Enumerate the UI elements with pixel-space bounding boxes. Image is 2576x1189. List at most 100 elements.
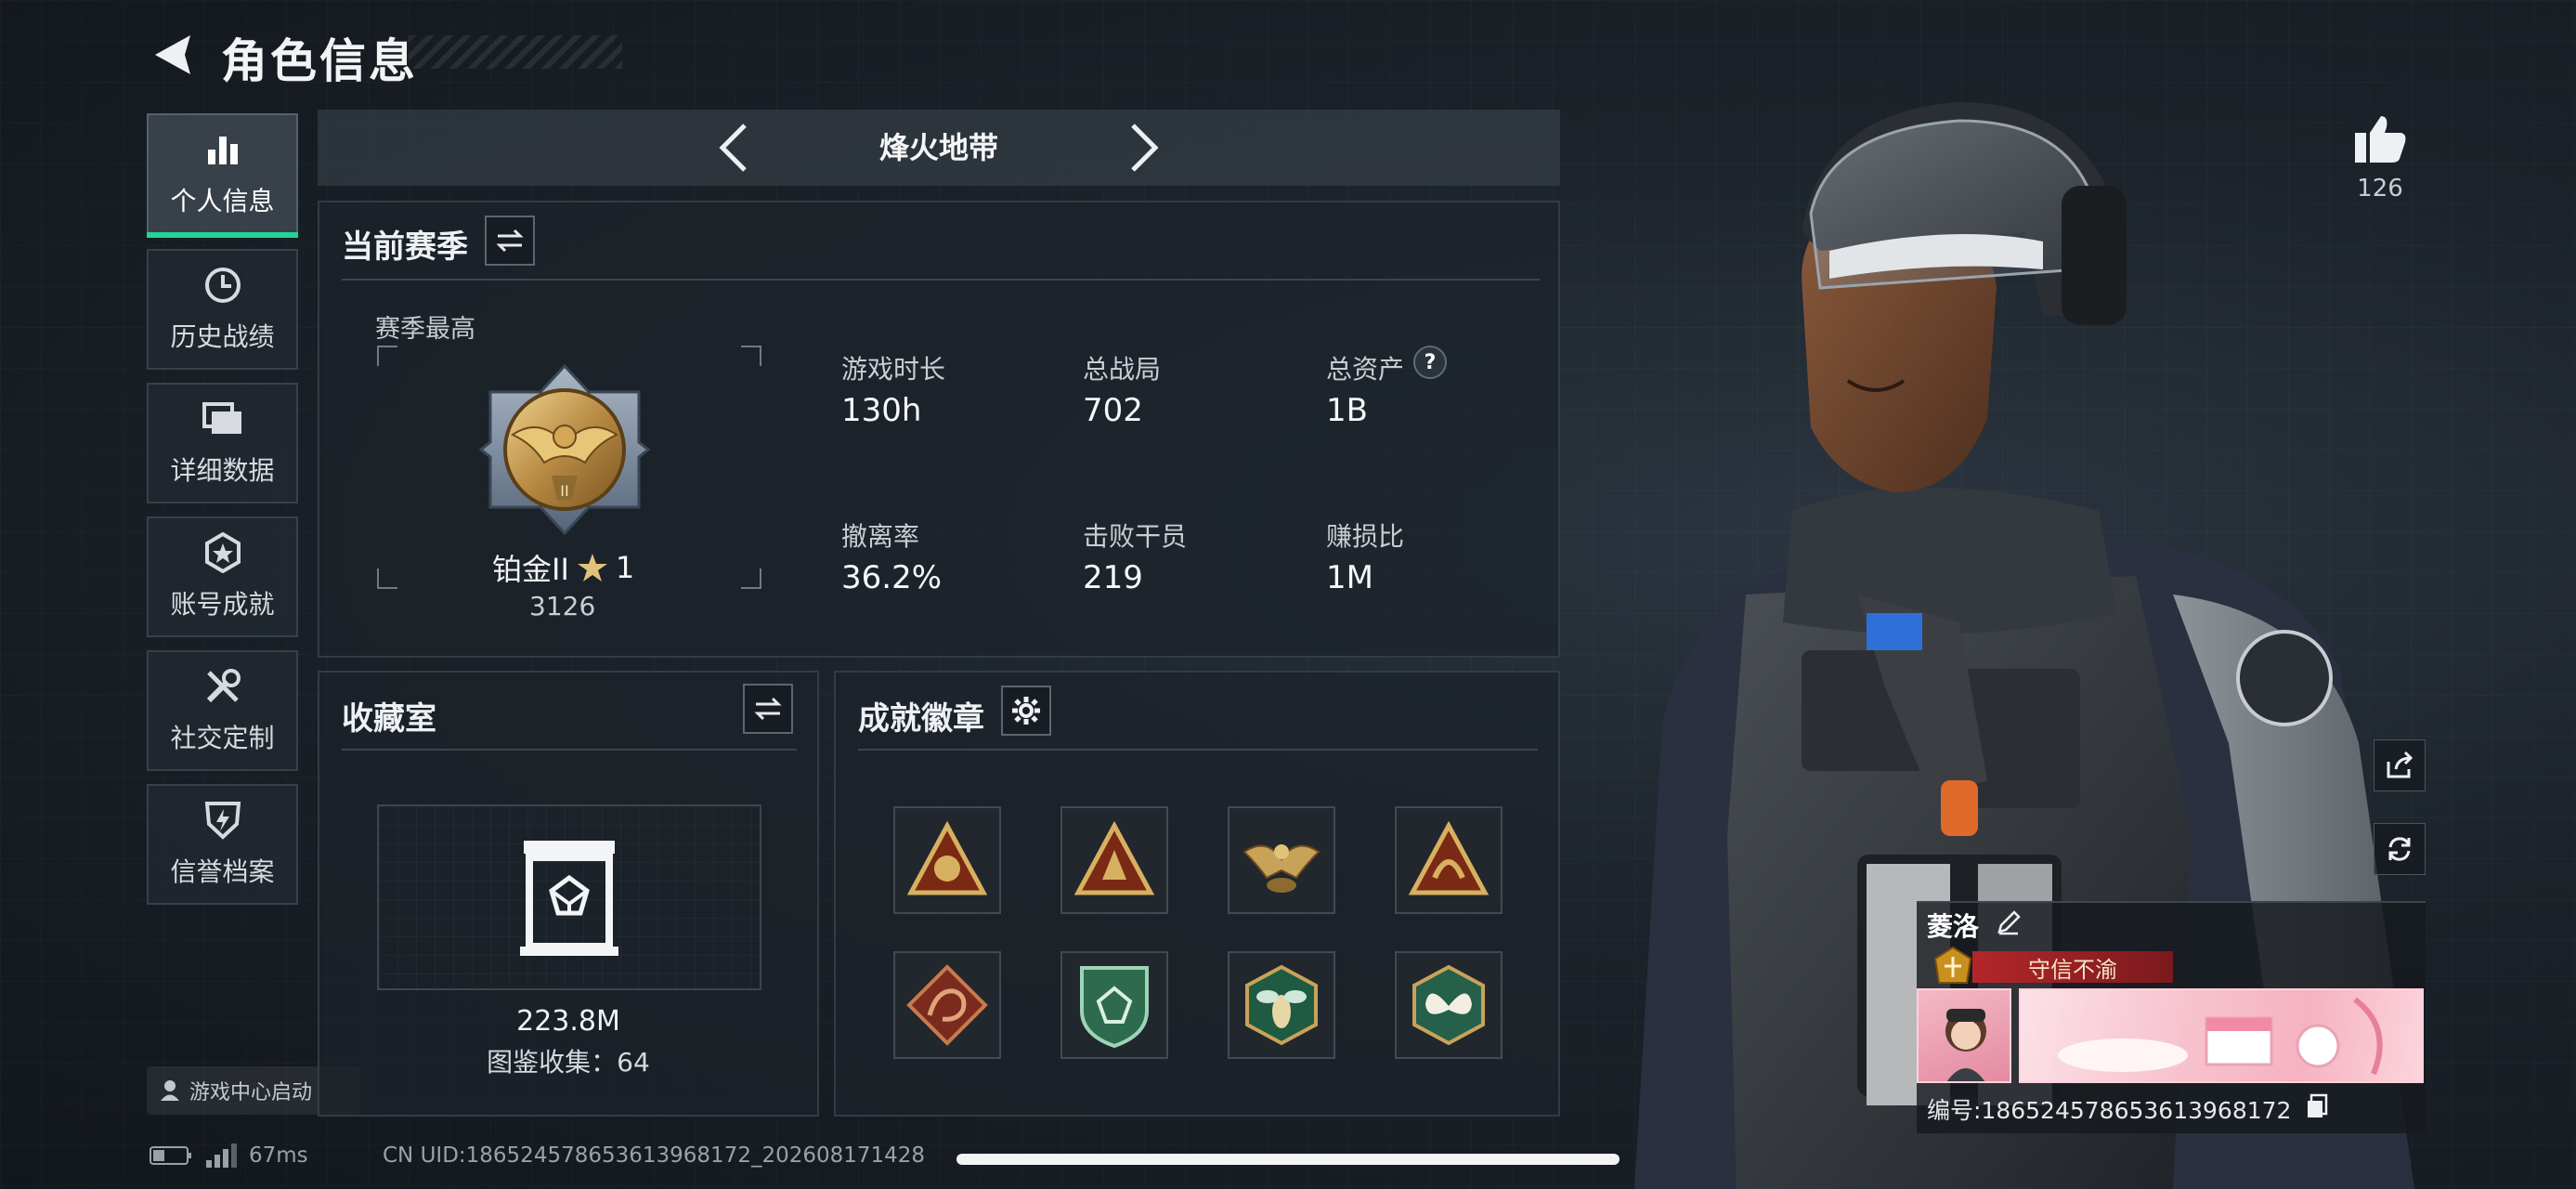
frame-corner	[377, 346, 397, 366]
mode-next-button[interactable]	[1116, 119, 1172, 176]
nav-item-account-achievements[interactable]: 账号成就	[147, 516, 298, 637]
rank-stars: 1	[615, 550, 635, 585]
achievements-title: 成就徽章	[858, 700, 984, 738]
banner-image	[2058, 997, 2383, 1076]
stat-value-total-assets: 1B	[1326, 392, 1368, 429]
swap-icon	[496, 229, 524, 253]
shield-icon	[202, 800, 243, 841]
season-switch-button[interactable]	[485, 216, 535, 266]
collection-switch-button[interactable]	[743, 684, 793, 734]
rank-name: 铂金II	[492, 552, 569, 587]
copy-id-button[interactable]	[2303, 1092, 2331, 1120]
nav-label: 账号成就	[170, 589, 275, 620]
tools-icon	[202, 666, 243, 707]
refresh-icon	[2388, 837, 2411, 861]
triangle-badge-gold-icon	[1073, 820, 1155, 895]
user-icon	[161, 1080, 179, 1101]
season-title: 当前赛季	[342, 229, 468, 266]
rank-score: 3126	[529, 591, 596, 621]
title-decoration	[409, 35, 622, 69]
player-name: 菱洛	[1927, 911, 1980, 942]
achievement-badge[interactable]	[893, 806, 1001, 914]
achievement-badge[interactable]	[1228, 951, 1335, 1059]
achievement-badge[interactable]	[1395, 806, 1503, 914]
achievement-badge[interactable]	[1060, 951, 1168, 1059]
chevron-left-icon	[719, 124, 747, 172]
svg-text:II: II	[560, 482, 568, 500]
nav-item-personal-info[interactable]: 个人信息	[147, 113, 298, 238]
like-count: 126	[2357, 175, 2403, 203]
thumbs-up-icon	[2355, 116, 2406, 163]
clock-icon	[202, 265, 243, 306]
mode-label: 烽火地带	[878, 130, 998, 165]
stat-label-operators-killed: 击败干员	[1083, 521, 1188, 552]
uid-text: CN UID:18652457865361396817​2_2026081714…	[383, 1143, 926, 1168]
stat-label-profit-loss-ratio: 赚损比	[1326, 521, 1405, 552]
frame-corner	[741, 346, 761, 366]
share-icon	[2387, 751, 2413, 778]
medal-icon	[202, 532, 243, 573]
nav-label: 个人信息	[170, 186, 275, 216]
nav-item-credit-profile[interactable]: 信誉档案	[147, 784, 298, 905]
stat-label-play-time: 游戏时长	[841, 354, 946, 385]
stat-value-total-matches: 702	[1083, 392, 1143, 429]
page-title: 角色信息	[221, 34, 418, 88]
triangle-badge-gold-icon	[1408, 820, 1490, 895]
mode-prev-button[interactable]	[706, 119, 761, 176]
nav-item-match-history[interactable]: 历史战绩	[147, 249, 298, 370]
avatar[interactable]	[1917, 988, 2011, 1083]
profile-banner[interactable]	[2019, 988, 2424, 1083]
back-button[interactable]	[139, 20, 204, 89]
triangle-badge-gold-icon	[906, 820, 988, 895]
share-button[interactable]	[2374, 739, 2426, 791]
divider	[342, 279, 1540, 281]
like-button[interactable]	[2348, 106, 2413, 171]
stat-label-extract-rate: 撤离率	[841, 521, 920, 552]
achievement-badge[interactable]	[1228, 806, 1335, 914]
collection-title: 收藏室	[342, 700, 436, 738]
chevron-right-icon	[1131, 124, 1159, 172]
assets-help-icon[interactable]: ?	[1413, 346, 1447, 379]
collection-value: 223.8M	[516, 1005, 620, 1038]
nav-item-detailed-data[interactable]: 详细数据	[147, 383, 298, 503]
achievement-badge[interactable]	[893, 951, 1001, 1059]
gear-icon	[1012, 697, 1040, 725]
wasp-badge-green-icon	[1245, 964, 1318, 1046]
frame-corner	[377, 568, 397, 589]
edit-name-button[interactable]	[1993, 907, 2024, 938]
signal-icon	[206, 1143, 237, 1168]
refresh-button[interactable]	[2374, 823, 2426, 875]
nav-label: 社交定制	[170, 723, 275, 753]
display-case-icon	[520, 841, 618, 956]
star-icon	[577, 554, 607, 581]
nav-item-social-customization[interactable]: 社交定制	[147, 650, 298, 771]
dragon-badge-red-icon	[906, 964, 988, 1046]
achievement-badge[interactable]	[1395, 951, 1503, 1059]
player-id: 编号:18652457865361396817​2	[1927, 1097, 2292, 1124]
season-best-label: 赛季最高	[375, 315, 475, 344]
achievement-badge[interactable]	[1060, 806, 1168, 914]
butterfly-badge-green-icon	[1412, 964, 1485, 1046]
frame-corner	[741, 568, 761, 589]
stat-value-profit-loss-ratio: 1M	[1326, 559, 1373, 596]
ping-text: 67ms	[249, 1143, 308, 1168]
stat-label-total-matches: 总战局	[1083, 354, 1162, 385]
bar-chart-icon	[202, 129, 243, 170]
nav-label: 详细数据	[170, 455, 275, 486]
rank-emblem: II	[475, 360, 654, 539]
collection-display	[377, 804, 761, 990]
copy-icon	[2308, 1093, 2328, 1117]
divider	[342, 749, 797, 751]
achievements-settings-button[interactable]	[1001, 686, 1051, 736]
nav-label: 历史战绩	[170, 321, 275, 352]
eagle-badge-gold-icon	[1242, 844, 1321, 893]
back-arrow-icon	[155, 35, 190, 74]
rank-line: 铂金II 1	[492, 546, 634, 589]
status-bar: 67ms	[149, 1139, 308, 1172]
stat-value-play-time: 130h	[841, 392, 922, 429]
divider	[858, 749, 1538, 751]
folder-icon	[202, 399, 243, 439]
stat-value-operators-killed: 219	[1083, 559, 1143, 596]
stat-label-total-assets: 总资产	[1326, 354, 1405, 385]
home-indicator[interactable]	[956, 1154, 1620, 1165]
